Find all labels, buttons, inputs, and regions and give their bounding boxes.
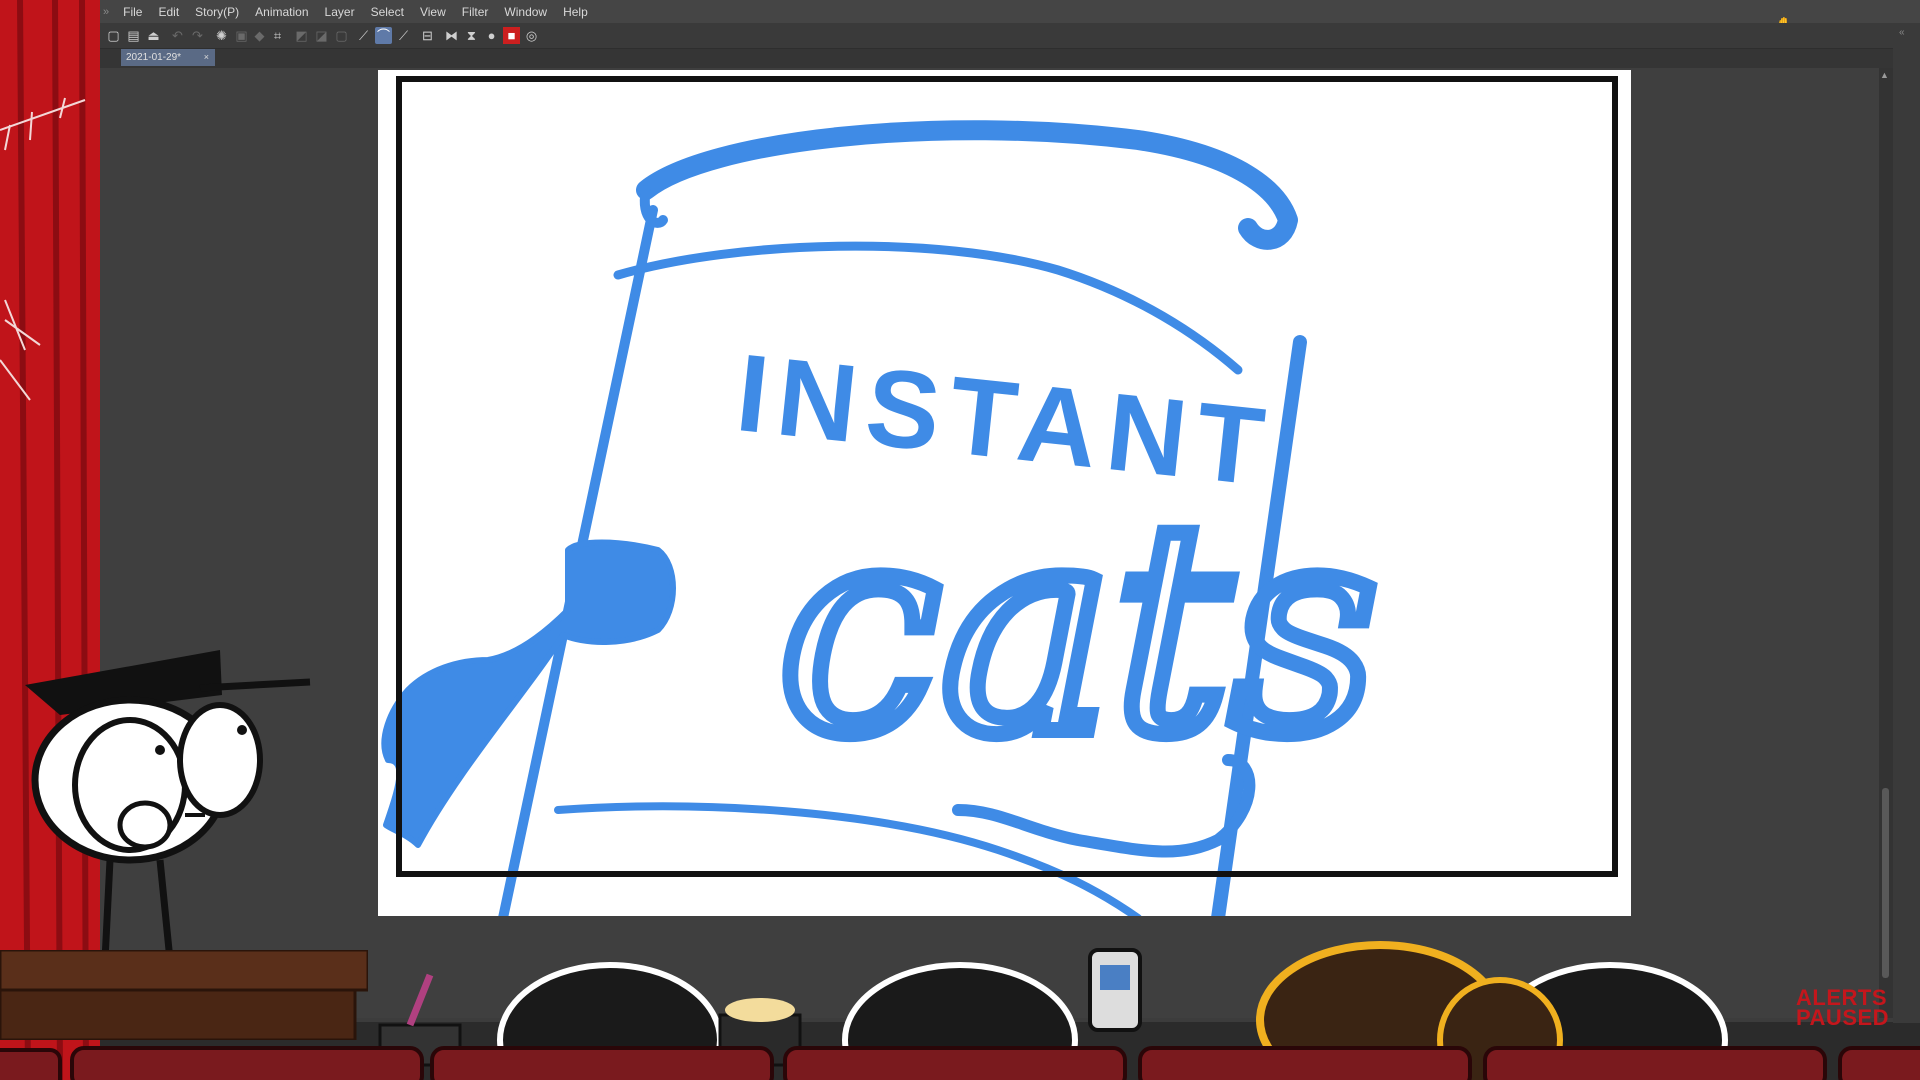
menubar-collapse-icon[interactable]: »: [103, 6, 109, 18]
record-icon[interactable]: ■: [503, 27, 520, 44]
flip-horizontal-icon[interactable]: ⧓: [443, 27, 460, 44]
document-tab-bar: 2021-01-29* × ⌄: [99, 49, 1920, 68]
menu-select[interactable]: Select: [371, 5, 404, 19]
undo-icon[interactable]: ↶: [169, 27, 186, 44]
panel-dock: «: [1893, 23, 1920, 1023]
line-tool-icon[interactable]: ⟋: [395, 27, 412, 44]
flip-vertical-icon[interactable]: ⧗: [463, 27, 480, 44]
panel-frame-border: [396, 76, 1618, 877]
menu-animation[interactable]: Animation: [255, 5, 308, 19]
document-tab-label: 2021-01-29*: [126, 52, 182, 63]
pen-tool-icon[interactable]: ⟋: [355, 27, 372, 44]
scroll-up-icon[interactable]: ▲: [1880, 70, 1889, 80]
zoom-icon[interactable]: ◎: [523, 27, 540, 44]
menu-help[interactable]: Help: [563, 5, 588, 19]
new-file-icon[interactable]: ▢: [105, 27, 122, 44]
alerts-paused-badge: ALERTS PAUSED: [1796, 987, 1916, 1030]
loading-icon[interactable]: ✺: [213, 27, 230, 44]
alerts-line-2: PAUSED: [1796, 1005, 1890, 1030]
panel-collapse-icon[interactable]: «: [1899, 27, 1905, 38]
menu-bar: » File Edit Story(P) Animation Layer Sel…: [99, 0, 1920, 23]
color-circle-icon[interactable]: ●: [483, 27, 500, 44]
transform-icon[interactable]: ⌗: [269, 27, 286, 44]
selection-invert-icon[interactable]: ◩: [293, 27, 310, 44]
redo-icon[interactable]: ↷: [189, 27, 206, 44]
paint-app-window: » File Edit Story(P) Animation Layer Sel…: [99, 0, 1920, 1023]
presenter-character: [25, 650, 311, 960]
menu-story[interactable]: Story(P): [195, 5, 239, 19]
video-frame: » File Edit Story(P) Animation Layer Sel…: [0, 0, 1920, 1080]
menu-layer[interactable]: Layer: [325, 5, 355, 19]
vertical-scrollbar[interactable]: ▲: [1879, 68, 1893, 1018]
close-tab-icon[interactable]: ×: [204, 49, 209, 66]
menu-file[interactable]: File: [123, 5, 142, 19]
menu-view[interactable]: View: [420, 5, 446, 19]
fill-icon[interactable]: ◆: [251, 27, 268, 44]
theater-audience: [0, 941, 1920, 1080]
curve-tool-icon[interactable]: ⌒: [375, 27, 392, 44]
document-tab[interactable]: 2021-01-29* ×: [121, 49, 215, 66]
clear-icon[interactable]: ▣: [233, 27, 250, 44]
drawing-canvas[interactable]: INSTANT cats: [378, 70, 1631, 916]
deselect-icon[interactable]: ▢: [333, 27, 350, 44]
save-icon[interactable]: ⏏: [145, 27, 162, 44]
open-file-icon[interactable]: ▤: [125, 27, 142, 44]
menu-edit[interactable]: Edit: [158, 5, 179, 19]
frame-icon[interactable]: ⊟: [419, 27, 436, 44]
menu-filter[interactable]: Filter: [462, 5, 489, 19]
selection-shrink-icon[interactable]: ◪: [313, 27, 330, 44]
menu-window[interactable]: Window: [504, 5, 547, 19]
command-bar: ▢ ▤ ⏏ ↶ ↷ ✺ ▣ ◆ ⌗ ◩ ◪ ▢ ⟋ ⌒ ⟋ ⊟ ⧓ ⧗ ● ■ …: [99, 23, 1920, 49]
